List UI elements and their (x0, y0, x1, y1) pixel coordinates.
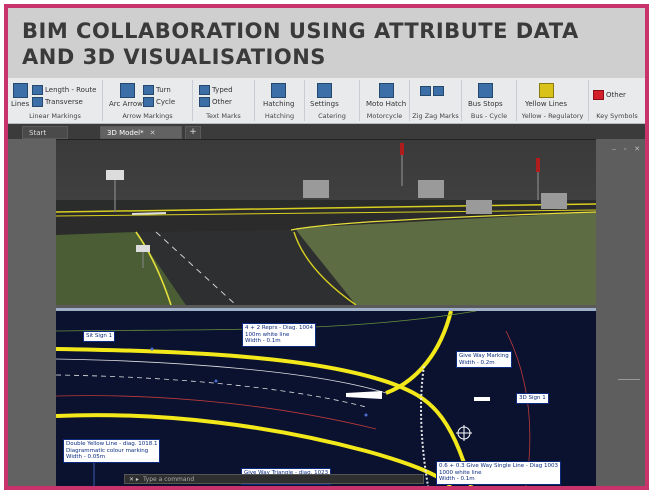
lines-icon (12, 83, 28, 98)
ribbon-group-label: Hatching (264, 112, 295, 120)
zig-zag-alt-icon (433, 86, 444, 96)
tab-start[interactable]: Start (22, 126, 68, 139)
hatching-icon (271, 83, 287, 98)
typed-icon (199, 85, 210, 95)
annotation-sit-sign[interactable]: Sit Sign 1 (83, 331, 116, 342)
annotation-3d-sign[interactable]: 3D Sign 1 (516, 393, 549, 404)
zig-zag-icon (420, 86, 431, 96)
cad-screenshot: Lines Length - Route Transverse Linear M… (8, 78, 645, 486)
annotation-give-way-marking[interactable]: Give Way Marking Width - 0.2m (456, 351, 512, 368)
viewport-controls[interactable]: – ▫ ✕ (612, 145, 643, 153)
motorcycle-icon (378, 83, 394, 98)
arrow-icon (120, 83, 136, 98)
annotation-reprs-line[interactable]: 4 + 2 Reprs - Diag. 1004 100m white line… (242, 323, 317, 347)
tool-other-text[interactable]: Other (199, 97, 232, 107)
road-3d-scene (56, 140, 596, 305)
ribbon-group-yellow-regulatory: Yellow Lines Yellow - Regulatory (517, 80, 589, 121)
length-route-icon (32, 85, 43, 95)
other-icon (199, 97, 210, 107)
viewport-2d-plan[interactable]: Sit Sign 1 4 + 2 Reprs - Diag. 1004 100m… (56, 311, 596, 486)
key-symbol-icon (593, 90, 604, 100)
cycle-icon (143, 97, 154, 107)
article-frame: BIM COLLABORATION USING ATTRIBUTE DATA A… (4, 4, 649, 490)
tool-lines[interactable]: Lines (11, 83, 29, 108)
turn-icon (143, 85, 154, 95)
article-title: BIM COLLABORATION USING ATTRIBUTE DATA A… (22, 19, 579, 69)
ribbon-group-label: Motorcycle (366, 112, 403, 120)
tab-3d-model[interactable]: 3D Model* ✕ (100, 126, 182, 139)
command-line[interactable]: ✕ ▸ Type a command (124, 474, 424, 484)
tool-settings[interactable]: Settings (310, 83, 339, 108)
tool-length-route[interactable]: Length - Route (32, 85, 96, 95)
tool-other-symbols[interactable]: Other (593, 90, 626, 100)
bus-stop-icon (477, 83, 493, 98)
viewport-3d-render[interactable] (56, 139, 596, 311)
ribbon-group-text-marks: Typed Other Text Marks (193, 80, 255, 121)
ribbon-group-arrow-markings: Arc Arrows Turn Cycle Arrow Markings (103, 80, 193, 121)
tool-transverse[interactable]: Transverse (32, 97, 83, 107)
tool-turn[interactable]: Turn (143, 85, 171, 95)
ribbon-group-label: Catering (318, 112, 346, 120)
ribbon-group-label: Linear Markings (29, 112, 81, 120)
tool-yellow-lines[interactable]: Yellow Lines (525, 83, 567, 108)
title-band: BIM COLLABORATION USING ATTRIBUTE DATA A… (8, 8, 645, 78)
command-prompt-icon: ✕ ▸ (129, 476, 139, 483)
ribbon-group-label: Bus - Cycle (470, 112, 508, 120)
tool-zig-zag[interactable] (420, 86, 444, 96)
annotation-give-way-single-line[interactable]: 0.6 + 0.3 Give Way Single Line - Diag 10… (436, 461, 561, 485)
settings-icon (316, 83, 332, 98)
ribbon-group-label: Text Marks (206, 112, 241, 120)
ribbon-group-bus-cycle: Bus Stops Bus - Cycle (462, 80, 517, 121)
ribbon-group-label: Arrow Markings (122, 112, 173, 120)
tool-typed[interactable]: Typed (199, 85, 233, 95)
annotation-double-yellow-line[interactable]: Double Yellow Line - diag. 1018.1 Diagra… (63, 439, 161, 463)
ribbon-group-linear-markings: Lines Length - Route Transverse Linear M… (8, 80, 103, 121)
tool-hatching[interactable]: Hatching (263, 83, 294, 108)
divider (618, 379, 640, 380)
left-panel (8, 139, 56, 486)
ribbon-group-catering: Settings Catering (305, 80, 360, 121)
ribbon-group-label: Yellow - Regulatory (521, 112, 584, 120)
ribbon-group-hatching: Hatching Hatching (255, 80, 305, 121)
tool-arc-arrows[interactable]: Arc Arrows (109, 83, 147, 108)
ribbon-group-motorcycle: Moto Hatch Motorcycle (360, 80, 410, 121)
close-icon[interactable]: ✕ (150, 129, 156, 137)
file-tab-bar: Start 3D Model* ✕ + (8, 124, 645, 140)
drawing-area: – ▫ ✕ Sit Sign 1 4 + 2 Reprs - Diag. 100… (8, 139, 645, 486)
tool-bus-stops[interactable]: Bus Stops (468, 83, 503, 108)
ribbon-group-key-symbols: Other Key Symbols (589, 80, 645, 121)
ribbon-group-label: Zig Zag Marks (412, 112, 459, 120)
tool-cycle[interactable]: Cycle (143, 97, 175, 107)
ribbon-toolbar: Lines Length - Route Transverse Linear M… (8, 78, 645, 124)
right-panel (596, 139, 645, 486)
new-tab-plus-icon[interactable]: + (185, 126, 201, 140)
tool-moto-hatch[interactable]: Moto Hatch (366, 83, 406, 108)
transverse-icon (32, 97, 43, 107)
ribbon-group-zig-zag: Zig Zag Marks (410, 80, 462, 121)
ribbon-group-label: Key Symbols (596, 112, 638, 120)
yellow-lines-icon (538, 83, 554, 98)
